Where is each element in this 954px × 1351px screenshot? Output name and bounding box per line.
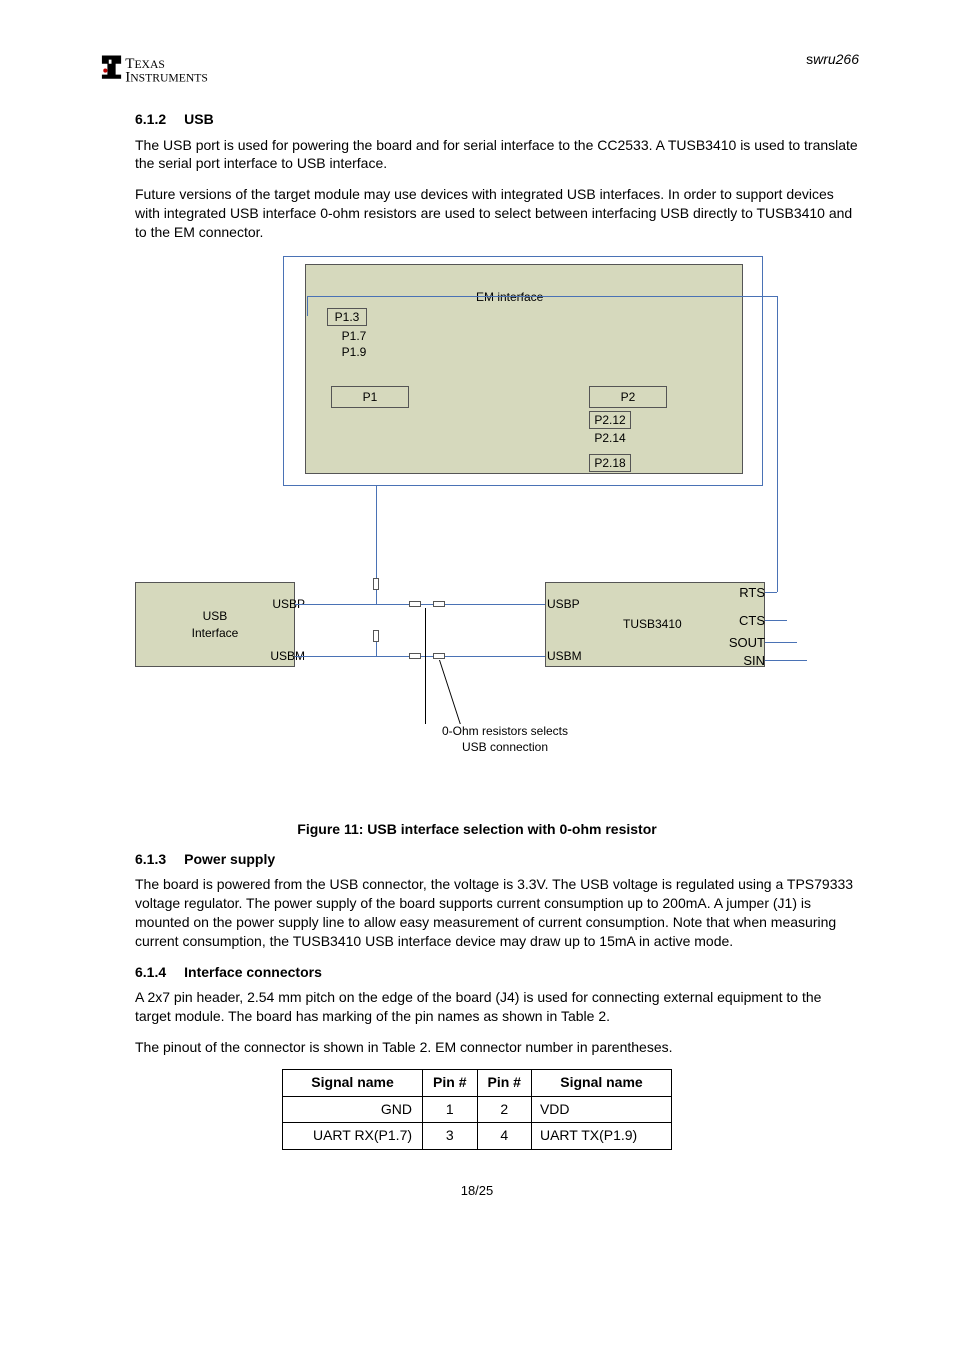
cell-pin: 4 — [477, 1123, 531, 1150]
wire — [421, 656, 433, 657]
label-cts: CTS — [735, 612, 765, 630]
document-id: swru266 — [806, 50, 859, 70]
section-title: Interface connectors — [184, 964, 322, 980]
block-p1: P1 — [331, 386, 409, 408]
cell-pin: 1 — [423, 1096, 477, 1123]
cell-pin: 3 — [423, 1123, 477, 1150]
figure-11-diagram: EM interface P1.3 P1.7 P1.9 P1 P2 P2.12 … — [135, 256, 775, 796]
label-sin: SIN — [735, 652, 765, 670]
wire — [376, 642, 377, 656]
page-header: TEXAS INSTRUMENTS swru266 — [95, 50, 859, 98]
wire — [376, 486, 377, 578]
label-usbp-right: USBP — [547, 596, 589, 613]
pointer-line — [439, 660, 461, 724]
block-p212: P2.12 — [589, 411, 631, 429]
pointer-line — [425, 608, 426, 724]
resistor-icon — [409, 601, 421, 607]
resistor-icon — [373, 630, 379, 642]
wire — [295, 604, 409, 605]
wire — [445, 656, 545, 657]
wire — [307, 296, 308, 316]
cell-pin: 2 — [477, 1096, 531, 1123]
label-p19: P1.9 — [335, 344, 373, 360]
label-p17: P1.7 — [335, 328, 373, 344]
wire — [765, 592, 777, 593]
wire — [445, 604, 545, 605]
page-number: 18/25 — [95, 1182, 859, 1200]
resistor-icon — [433, 653, 445, 659]
th-signal-left: Signal name — [283, 1070, 423, 1097]
table-row: UART RX(P1.7) 3 4 UART TX(P1.9) — [283, 1123, 672, 1150]
th-signal-right: Signal name — [531, 1070, 671, 1097]
heading-power-supply: 6.1.3 Power supply — [135, 850, 859, 870]
section-number: 6.1.3 — [135, 850, 166, 870]
svg-text:INSTRUMENTS: INSTRUMENTS — [125, 70, 208, 86]
resistor-icon — [373, 578, 379, 590]
label-usbm-right: USBM — [547, 648, 589, 665]
block-p13: P1.3 — [327, 308, 367, 326]
wire — [307, 296, 777, 297]
heading-usb: 6.1.2 USB — [135, 110, 859, 130]
interface-paragraph-2: The pinout of the connector is shown in … — [135, 1038, 859, 1057]
section-number: 6.1.4 — [135, 963, 166, 983]
resistor-icon — [433, 601, 445, 607]
label-tusb3410: TUSB3410 — [623, 616, 682, 633]
em-interface-label: EM interface — [476, 289, 543, 306]
usb-paragraph-2: Future versions of the target module may… — [135, 185, 859, 242]
wire — [421, 604, 433, 605]
wire — [777, 296, 778, 592]
section-title: Power supply — [184, 851, 275, 867]
label-p214: P2.14 — [589, 430, 631, 446]
label-sout: SOUT — [727, 634, 765, 652]
pinout-table: Signal name Pin # Pin # Signal name GND … — [282, 1069, 672, 1150]
heading-interface-connectors: 6.1.4 Interface connectors — [135, 963, 859, 983]
wire — [765, 620, 787, 621]
section-number: 6.1.2 — [135, 110, 166, 130]
table-header-row: Signal name Pin # Pin # Signal name — [283, 1070, 672, 1097]
power-paragraph: The board is powered from the USB connec… — [135, 875, 859, 951]
wire — [295, 656, 409, 657]
cell-signal-right: UART TX(P1.9) — [531, 1123, 671, 1150]
svg-text:TEXAS: TEXAS — [125, 56, 165, 72]
cell-signal-left: UART RX(P1.7) — [283, 1123, 423, 1150]
wire — [376, 590, 377, 604]
figure-11-caption: Figure 11: USB interface selection with … — [95, 820, 859, 840]
section-title: USB — [184, 111, 214, 127]
label-rts: RTS — [735, 584, 765, 602]
resistor-icon — [409, 653, 421, 659]
th-pin-left: Pin # — [423, 1070, 477, 1097]
usb-paragraph-1: The USB port is used for powering the bo… — [135, 136, 859, 174]
cell-signal-right: VDD — [531, 1096, 671, 1123]
block-p218: P2.18 — [589, 454, 631, 472]
zero-ohm-label: 0-Ohm resistors selects USB connection — [405, 724, 605, 755]
cell-signal-left: GND — [283, 1096, 423, 1123]
wire — [765, 660, 807, 661]
interface-paragraph-1: A 2x7 pin header, 2.54 mm pitch on the e… — [135, 988, 859, 1026]
ti-logo-svg: TEXAS INSTRUMENTS — [95, 50, 235, 98]
block-p2: P2 — [589, 386, 667, 408]
ti-logo: TEXAS INSTRUMENTS — [95, 50, 235, 98]
wire — [765, 642, 797, 643]
table-row: GND 1 2 VDD — [283, 1096, 672, 1123]
th-pin-right: Pin # — [477, 1070, 531, 1097]
